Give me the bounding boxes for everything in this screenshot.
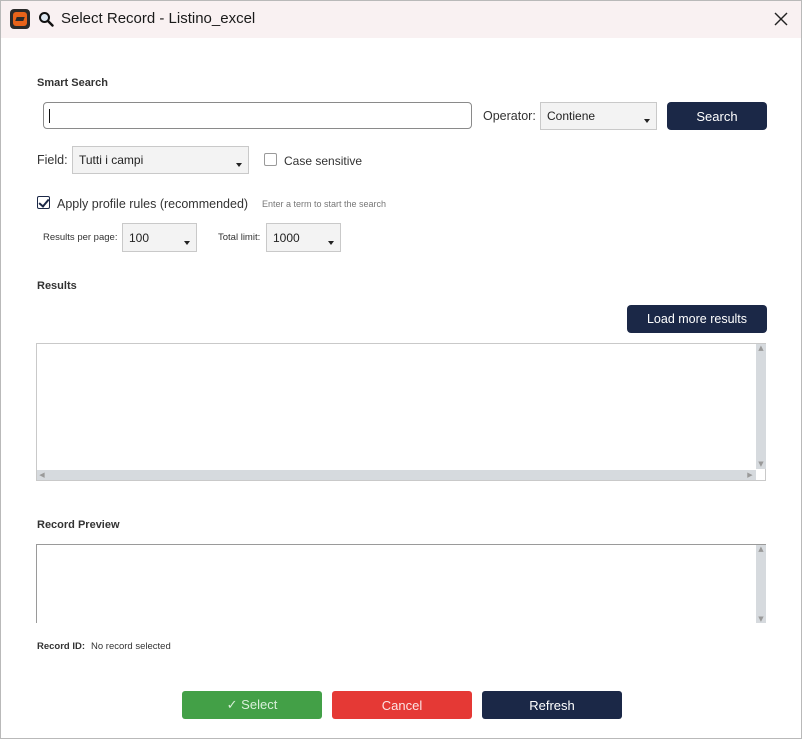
case-sensitive-label: Case sensitive — [284, 154, 363, 168]
results-heading: Results — [37, 280, 77, 292]
scroll-right-icon[interactable]: ▶ — [745, 471, 755, 479]
operator-label: Operator: — [483, 109, 536, 123]
window-title: Select Record - Listino_excel — [61, 10, 256, 27]
scroll-down-icon[interactable]: ▼ — [756, 615, 766, 623]
scroll-up-icon[interactable]: ▲ — [756, 344, 766, 352]
operator-value: Contiene — [547, 109, 596, 123]
load-more-button[interactable]: Load more results — [627, 305, 767, 333]
record-preview-area[interactable]: ▲ ▼ — [36, 544, 766, 623]
results-vertical-scrollbar[interactable]: ▲ ▼ — [756, 344, 766, 469]
results-per-page-value: 100 — [129, 230, 150, 245]
operator-select[interactable]: Contiene — [540, 102, 657, 130]
results-horizontal-scrollbar[interactable]: ◀ ▶ — [37, 470, 756, 480]
magnifier-icon — [39, 12, 54, 27]
total-limit-select[interactable]: 1000 — [266, 223, 341, 252]
select-record-dialog: Select Record - Listino_excel Smart Sear… — [0, 0, 802, 739]
preview-vertical-scrollbar[interactable]: ▲ ▼ — [756, 545, 766, 623]
field-value: Tutti i campi — [79, 153, 144, 167]
search-button[interactable]: Search — [667, 102, 767, 130]
select-button[interactable]: ✓ Select — [182, 691, 322, 719]
cancel-button[interactable]: Cancel — [332, 691, 472, 719]
field-label: Field: — [37, 153, 68, 167]
record-id-label: Record ID: — [37, 641, 86, 652]
search-input[interactable] — [43, 102, 472, 129]
app-logo-icon — [10, 9, 30, 29]
search-hint: Enter a term to start the search — [262, 199, 387, 209]
profile-rules-label: Apply profile rules (recommended) — [57, 197, 249, 211]
scroll-left-icon[interactable]: ◀ — [37, 471, 47, 479]
scroll-down-icon[interactable]: ▼ — [756, 460, 766, 468]
refresh-button[interactable]: Refresh — [482, 691, 622, 719]
record-preview-heading: Record Preview — [37, 519, 120, 531]
title-bar: Select Record - Listino_excel — [1, 1, 801, 38]
scroll-up-icon[interactable]: ▲ — [756, 545, 766, 553]
total-limit-label: Total limit: — [218, 232, 261, 243]
results-list[interactable]: ▲ ▼ ◀ ▶ — [36, 343, 766, 481]
results-per-page-select[interactable]: 100 — [122, 223, 197, 252]
close-icon[interactable] — [771, 9, 791, 29]
chevron-down-icon — [184, 241, 190, 245]
field-select[interactable]: Tutti i campi — [72, 146, 249, 174]
chevron-down-icon — [236, 163, 242, 167]
results-per-page-label: Results per page: — [43, 232, 118, 243]
case-sensitive-checkbox[interactable] — [264, 153, 277, 166]
record-id-value: No record selected — [91, 641, 171, 652]
chevron-down-icon — [644, 119, 650, 123]
profile-rules-checkbox[interactable] — [37, 196, 50, 209]
chevron-down-icon — [328, 241, 334, 245]
total-limit-value: 1000 — [273, 230, 300, 245]
text-caret — [49, 109, 50, 123]
smart-search-heading: Smart Search — [37, 77, 108, 89]
